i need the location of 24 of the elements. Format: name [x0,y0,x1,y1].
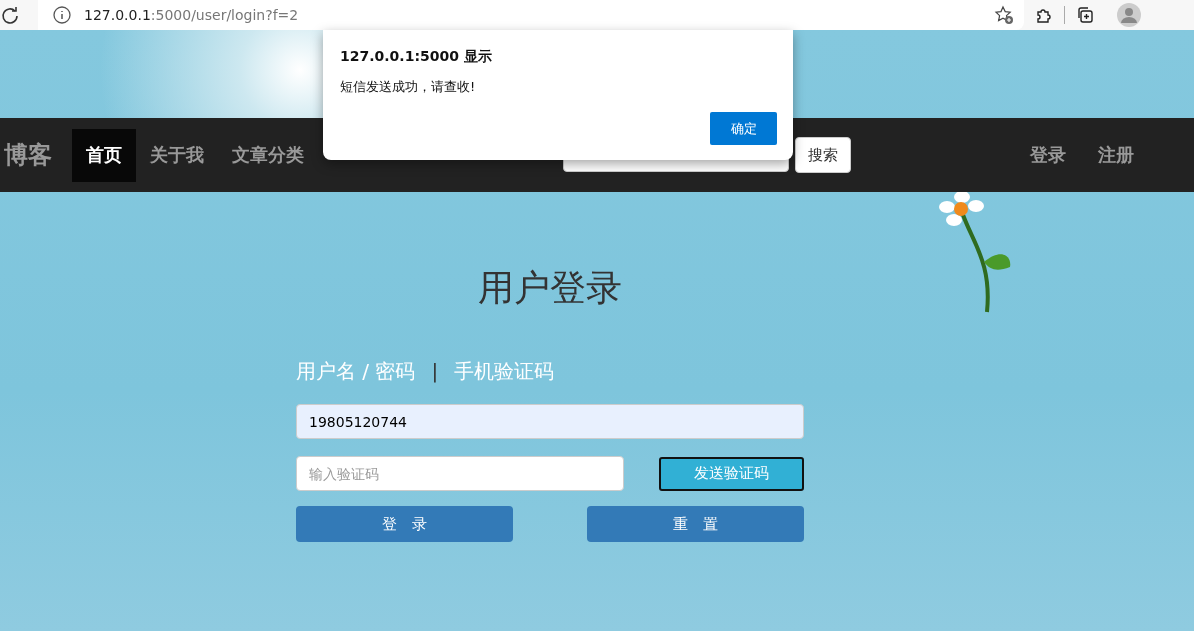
collections-icon[interactable] [1075,5,1095,25]
auth-link[interactable]: 登录 [1030,143,1066,167]
login-button[interactable]: 登 录 [296,506,513,542]
search-button[interactable]: 搜索 [795,137,851,173]
nav-tab[interactable]: 首页 [72,128,136,182]
code-input[interactable]: 输入验证码 [296,456,624,491]
page-title: 用户登录 [477,266,623,310]
info-icon[interactable] [52,5,72,25]
nav-tab[interactable]: 文章分类 [218,128,318,182]
avatar-icon[interactable] [1117,3,1141,27]
ok-button[interactable]: 确定 [710,112,777,145]
url-path: :5000/user/login?f=2 [150,7,299,23]
reset-button[interactable]: 重 置 [587,506,804,542]
tab-separator: | [431,359,439,383]
site-logo[interactable]: 博客 [0,139,72,171]
phone-input[interactable]: 19805120744 [296,404,804,439]
nav-tab[interactable]: 关于我 [136,128,218,182]
dialog-message: 短信发送成功，请查收! [340,78,477,96]
url-host: 127.0.0.1 [84,7,151,23]
reload-icon[interactable] [0,5,20,25]
address-bar[interactable]: 127.0.0.1:5000/user/login?f=2 [38,0,1024,30]
dialog-title: 127.0.0.1:5000 显示 [340,48,493,66]
star-add-icon[interactable] [994,5,1014,25]
auth-link[interactable]: 注册 [1098,143,1134,167]
